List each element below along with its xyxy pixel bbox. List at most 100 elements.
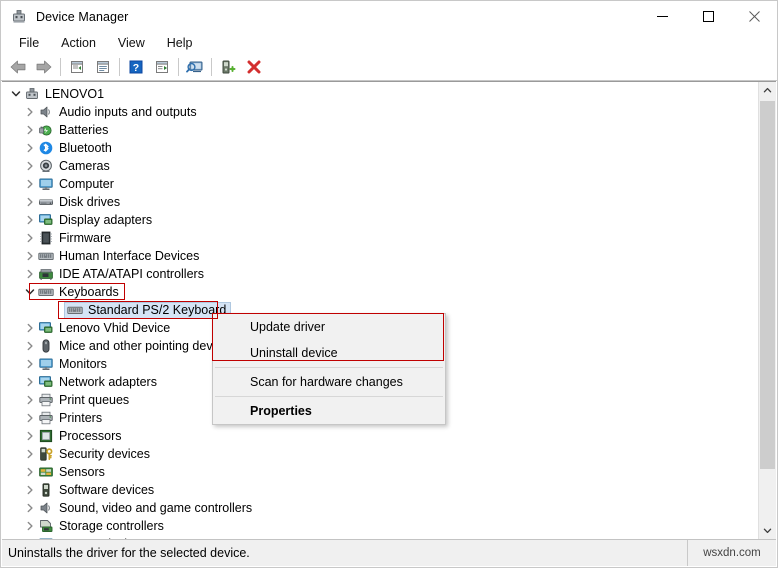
tree-node-label: Bluetooth — [59, 141, 112, 155]
help-icon[interactable]: ? — [123, 56, 149, 78]
tree-vertical-scrollbar[interactable] — [758, 82, 776, 539]
chevron-down-icon[interactable] — [8, 85, 24, 103]
window-controls — [639, 1, 777, 32]
chevron-right-icon[interactable] — [22, 319, 38, 337]
status-bar: Uninstalls the driver for the selected d… — [2, 539, 776, 566]
software-device-icon — [38, 482, 54, 498]
chevron-right-icon[interactable] — [22, 499, 38, 517]
chevron-right-icon[interactable] — [22, 337, 38, 355]
maximize-button[interactable] — [685, 1, 731, 32]
tree-node-cameras[interactable]: Cameras — [2, 157, 758, 175]
show-hidden-devices-icon[interactable] — [90, 56, 116, 78]
add-legacy-hardware-icon[interactable] — [215, 56, 241, 78]
scan-hardware-changes-icon[interactable] — [182, 56, 208, 78]
chevron-right-icon[interactable] — [22, 103, 38, 121]
chevron-right-icon[interactable] — [22, 121, 38, 139]
tree-node-security-devices[interactable]: Security devices — [2, 445, 758, 463]
chevron-right-icon[interactable] — [22, 175, 38, 193]
tree-node-label: Sound, video and game controllers — [59, 501, 253, 515]
chevron-right-icon[interactable] — [22, 265, 38, 283]
sensor-icon — [38, 464, 54, 480]
context-menu: Update driver Uninstall device Scan for … — [212, 313, 446, 425]
context-menu-item-uninstall-device[interactable]: Uninstall device — [213, 340, 445, 366]
tree-node-ide-ata-atapi-controllers[interactable]: IDE ATA/ATAPI controllers — [2, 265, 758, 283]
scrollbar-track[interactable] — [759, 99, 776, 522]
tree-node-batteries[interactable]: Batteries — [2, 121, 758, 139]
toolbar-separator — [178, 58, 179, 76]
chevron-right-icon[interactable] — [22, 229, 38, 247]
tree-node-sensors[interactable]: Sensors — [2, 463, 758, 481]
storage-controller-icon — [38, 518, 54, 534]
monitor-icon — [38, 176, 54, 192]
tree-node-sound-video-and-game-controllers[interactable]: Sound, video and game controllers — [2, 499, 758, 517]
update-driver-icon[interactable] — [149, 56, 175, 78]
forward-icon[interactable] — [31, 56, 57, 78]
back-icon[interactable] — [5, 56, 31, 78]
chevron-right-icon[interactable] — [22, 427, 38, 445]
chevron-right-icon[interactable] — [22, 517, 38, 535]
menu-file[interactable]: File — [8, 34, 50, 52]
chevron-right-icon[interactable] — [22, 445, 38, 463]
minimize-button[interactable] — [639, 1, 685, 32]
title-bar: Device Manager — [1, 1, 777, 32]
bluetooth-icon — [38, 140, 54, 156]
battery-icon — [38, 122, 54, 138]
chevron-right-icon[interactable] — [22, 463, 38, 481]
properties-icon[interactable] — [64, 56, 90, 78]
tree-node-label: Display adapters — [59, 213, 153, 227]
chevron-right-icon[interactable] — [22, 409, 38, 427]
chevron-right-icon[interactable] — [22, 247, 38, 265]
device-tree[interactable]: LENOVO1 Audio inputs and outputs Batteri… — [2, 82, 758, 539]
chevron-right-icon[interactable] — [22, 139, 38, 157]
tree-node-bluetooth[interactable]: Bluetooth — [2, 139, 758, 157]
chevron-right-icon[interactable] — [22, 373, 38, 391]
close-button[interactable] — [731, 1, 777, 32]
chevron-right-icon[interactable] — [22, 355, 38, 373]
context-menu-separator — [215, 367, 443, 368]
selected-node-highlight[interactable]: Standard PS/2 Keyboard — [64, 301, 232, 319]
uninstall-device-icon[interactable] — [241, 56, 267, 78]
chevron-right-icon[interactable] — [22, 481, 38, 499]
menu-action[interactable]: Action — [50, 34, 107, 52]
tree-node-display-adapters[interactable]: Display adapters — [2, 211, 758, 229]
toolbar-separator — [60, 58, 61, 76]
network-adapter-icon — [38, 374, 54, 390]
tree-node-processors[interactable]: Processors — [2, 427, 758, 445]
tree-node-lenovo1[interactable]: LENOVO1 — [2, 85, 758, 103]
tree-node-disk-drives[interactable]: Disk drives — [2, 193, 758, 211]
scroll-down-arrow-icon[interactable] — [759, 522, 776, 539]
context-menu-item-scan-for-hardware-changes[interactable]: Scan for hardware changes — [213, 369, 445, 395]
keyboard-icon — [67, 302, 83, 318]
tree-node-human-interface-devices[interactable]: Human Interface Devices — [2, 247, 758, 265]
menu-help[interactable]: Help — [156, 34, 204, 52]
tree-node-label: Print queues — [59, 393, 130, 407]
disk-drive-icon — [38, 194, 54, 210]
tree-node-label: Computer — [59, 177, 114, 191]
tree-node-keyboards[interactable]: Keyboards — [2, 283, 758, 301]
chevron-right-icon[interactable] — [22, 211, 38, 229]
svg-text:?: ? — [133, 62, 139, 74]
tree-node-firmware[interactable]: Firmware — [2, 229, 758, 247]
context-menu-separator — [215, 396, 443, 397]
tree-node-label: Mice and other pointing dev — [59, 339, 213, 353]
chevron-right-icon[interactable] — [22, 157, 38, 175]
context-menu-item-properties[interactable]: Properties — [213, 398, 445, 424]
tree-node-label: Security devices — [59, 447, 151, 461]
context-menu-item-update-driver[interactable]: Update driver — [213, 314, 445, 340]
chevron-right-icon[interactable] — [22, 391, 38, 409]
speaker-icon — [38, 104, 54, 120]
tree-node-label: Firmware — [59, 231, 112, 245]
device-manager-window: Device Manager File Action View Help ? L… — [0, 0, 778, 568]
tree-node-storage-controllers[interactable]: Storage controllers — [2, 517, 758, 535]
scroll-up-arrow-icon[interactable] — [759, 82, 776, 99]
display-adapter-icon — [38, 212, 54, 228]
chevron-down-icon[interactable] — [22, 283, 38, 301]
toolbar-separator — [119, 58, 120, 76]
tree-node-audio-inputs-and-outputs[interactable]: Audio inputs and outputs — [2, 103, 758, 121]
chevron-right-icon[interactable] — [22, 193, 38, 211]
scrollbar-thumb[interactable] — [760, 101, 775, 469]
menu-view[interactable]: View — [107, 34, 156, 52]
tree-node-computer[interactable]: Computer — [2, 175, 758, 193]
toolbar-separator — [211, 58, 212, 76]
tree-node-software-devices[interactable]: Software devices — [2, 481, 758, 499]
